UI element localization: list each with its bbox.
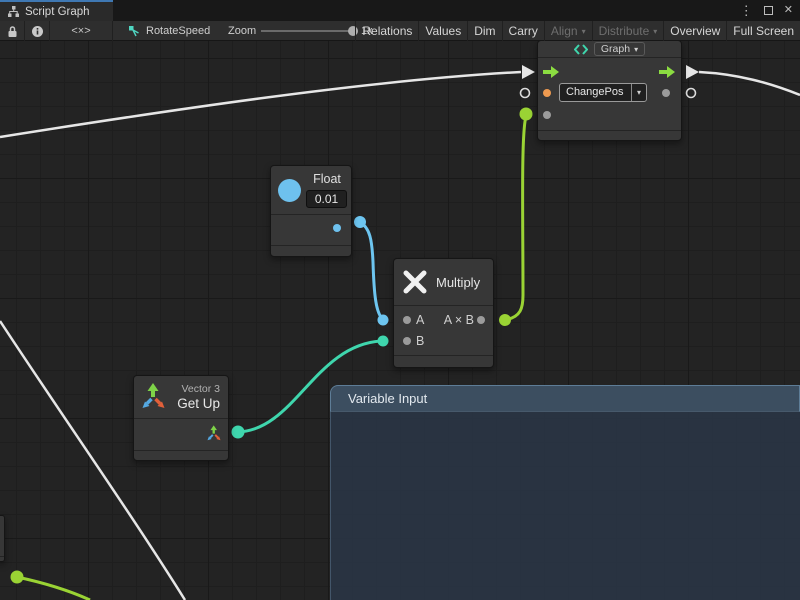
vector3-node-footer: [134, 450, 228, 460]
code-view-label: <×>: [71, 25, 90, 37]
flow-input-port[interactable]: [542, 65, 560, 79]
graph-reference-label: RotateSpeed: [146, 25, 210, 37]
vector3-type-label: Vector 3: [181, 383, 220, 395]
changepos-input-port[interactable]: [543, 89, 551, 97]
graph-reference[interactable]: RotateSpeed: [128, 21, 210, 41]
script-graph-window: Variable Input: [0, 0, 800, 600]
multiply-output-port[interactable]: [477, 316, 485, 324]
graph-title-dropdown[interactable]: Graph ▾: [594, 42, 645, 56]
multiply-input-a-port[interactable]: [403, 316, 411, 324]
variable-input-body: [330, 412, 800, 600]
multiply-node[interactable]: Multiply A A × B B: [393, 258, 494, 368]
vector3-icon: [140, 381, 167, 409]
multiply-input-b-label: B: [416, 334, 424, 348]
float-value-field[interactable]: 0.01: [306, 190, 347, 208]
float-type-icon: [278, 179, 301, 202]
values-button[interactable]: Values: [418, 21, 467, 41]
toolbar-buttons: Relations Values Dim Carry Align ▾ Distr…: [355, 21, 800, 41]
multiply-node-header: Multiply: [394, 259, 493, 306]
multiply-output-label: A × B: [444, 313, 474, 327]
tab-script-graph[interactable]: Script Graph: [0, 0, 113, 21]
vector3-get-up-node[interactable]: Vector 3 Get Up: [133, 375, 229, 461]
script-graph-teal-icon: [574, 44, 588, 55]
graph-extra-input-port[interactable]: [543, 111, 551, 119]
close-icon[interactable]: ✕: [784, 0, 793, 21]
graph-unit-node[interactable]: Graph ▾ ChangePos ▾: [537, 40, 682, 141]
align-button[interactable]: Align ▾: [544, 21, 592, 41]
vector3-node-title: Get Up: [177, 396, 220, 411]
graph-node-header: Graph ▾: [538, 41, 681, 58]
window-controls: ⋮ ✕: [740, 0, 793, 21]
variable-input-header[interactable]: Variable Input: [330, 385, 800, 412]
divider: [271, 214, 351, 215]
lock-icon: [7, 25, 18, 38]
divider: [134, 418, 228, 419]
title-bar: Script Graph ⋮ ✕: [0, 0, 800, 21]
lock-button[interactable]: [0, 21, 25, 41]
graph-node-footer: [538, 130, 681, 140]
relations-button[interactable]: Relations: [355, 21, 418, 41]
variable-input-panel: Variable Input: [330, 385, 800, 600]
chevron-down-icon: ▾: [653, 22, 657, 41]
overview-button[interactable]: Overview: [663, 21, 726, 41]
float-output-port[interactable]: [333, 224, 341, 232]
multiply-input-a-label: A: [416, 313, 424, 327]
divider: [271, 245, 351, 246]
full-screen-button[interactable]: Full Screen: [726, 21, 800, 41]
offscreen-node-edge[interactable]: [0, 515, 5, 562]
script-graph-icon: [7, 5, 20, 18]
float-node-title: Float: [306, 172, 348, 186]
vector3-output-port[interactable]: [206, 424, 222, 441]
multiply-x-icon: [402, 269, 428, 295]
flow-output-port[interactable]: [658, 65, 676, 79]
graph-title: Graph: [601, 43, 630, 55]
multiply-node-title: Multiply: [436, 275, 480, 290]
float-node[interactable]: Float 0.01: [270, 165, 352, 257]
window-menu-icon[interactable]: ⋮: [740, 0, 753, 21]
code-view-button[interactable]: <×>: [50, 21, 113, 41]
carry-button[interactable]: Carry: [502, 21, 544, 41]
graph-toolbar: <×> RotateSpeed Zoom 1x Relations Values…: [0, 21, 800, 41]
chevron-down-icon: ▾: [631, 84, 646, 101]
chevron-down-icon: ▾: [634, 45, 638, 54]
graph-output-port[interactable]: [662, 89, 670, 97]
changepos-dropdown-value: ChangePos: [560, 84, 631, 101]
machine-icon: [128, 25, 141, 38]
changepos-dropdown[interactable]: ChangePos ▾: [559, 83, 647, 102]
chevron-down-icon: ▾: [582, 22, 586, 41]
tab-title: Script Graph: [25, 6, 90, 18]
multiply-input-b-port[interactable]: [403, 337, 411, 345]
zoom-slider[interactable]: [261, 30, 354, 32]
distribute-button[interactable]: Distribute ▾: [592, 21, 664, 41]
multiply-node-footer: [394, 355, 493, 367]
zoom-label: Zoom: [228, 21, 256, 41]
dim-button[interactable]: Dim: [467, 21, 501, 41]
divider: [0, 556, 4, 557]
variable-input-title: Variable Input: [348, 391, 427, 406]
maximize-icon[interactable]: [764, 6, 773, 15]
info-button[interactable]: [25, 21, 50, 41]
info-icon: [31, 25, 44, 38]
